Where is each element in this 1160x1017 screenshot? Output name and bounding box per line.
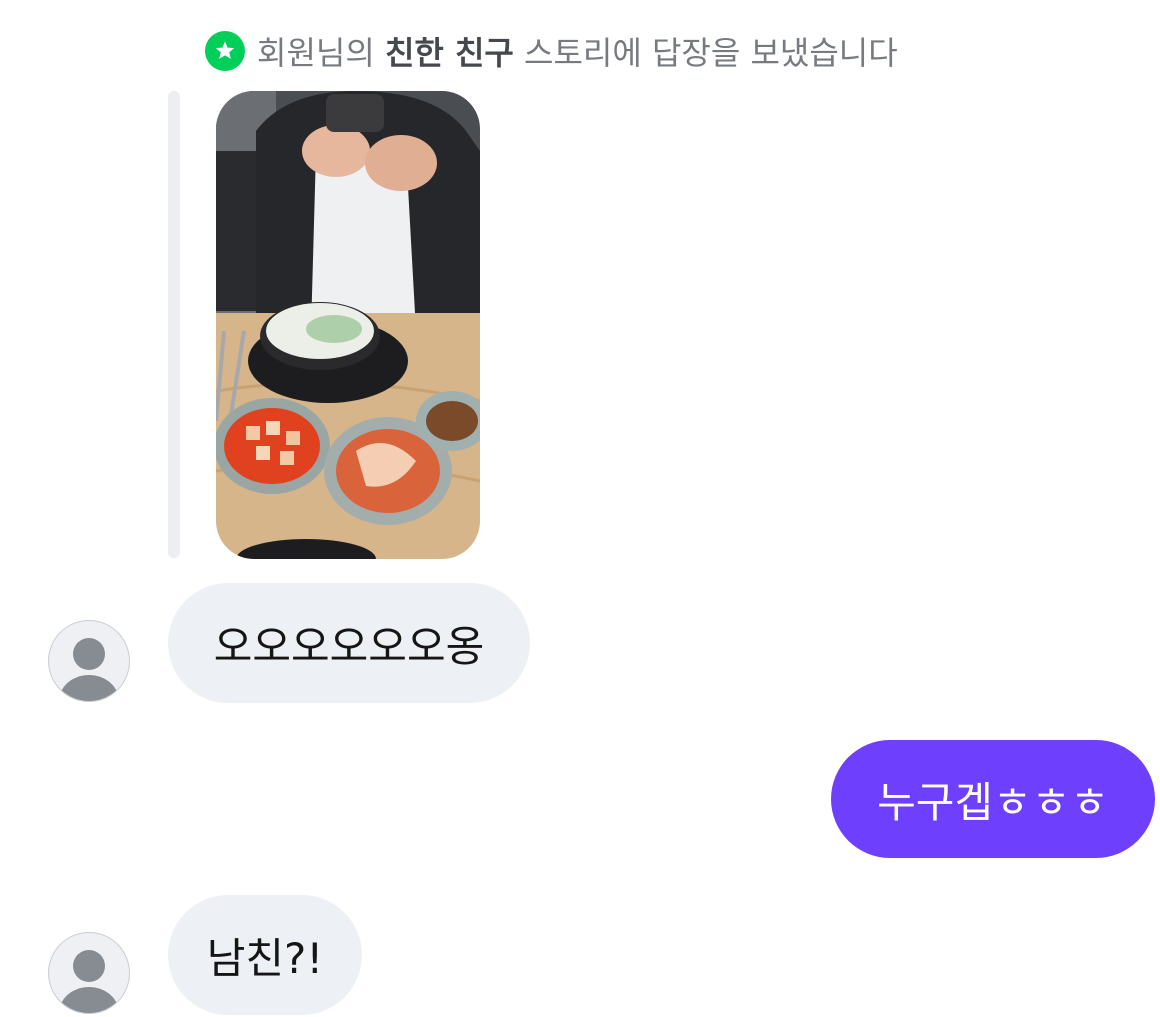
message-bubble-incoming[interactable]: 오오오오오오옹: [168, 583, 530, 703]
friend-avatar[interactable]: [48, 932, 130, 1014]
story-reply-text: 회원님의 친한 친구 스토리에 답장을 보냈습니다: [257, 28, 898, 74]
story-reply-notice: 회원님의 친한 친구 스토리에 답장을 보냈습니다: [205, 28, 898, 74]
message-bubble-outgoing[interactable]: 누구겝ㅎㅎㅎ: [831, 740, 1155, 858]
story-reply-prefix: 회원님의: [257, 34, 385, 72]
friend-avatar[interactable]: [48, 620, 130, 702]
story-quote-bar: [168, 91, 180, 558]
message-bubble-incoming[interactable]: 남친?!: [168, 895, 362, 1015]
story-reply-suffix: 스토리에 답장을 보냈습니다: [513, 34, 898, 72]
message-text: 누구겝ㅎㅎㅎ: [877, 777, 1109, 827]
star-icon: [205, 31, 245, 71]
story-photo[interactable]: [216, 91, 480, 559]
message-text: 남친?!: [206, 933, 324, 983]
message-text: 오오오오오오옹: [213, 621, 485, 671]
close-friends-label: 친한 친구: [384, 34, 514, 72]
